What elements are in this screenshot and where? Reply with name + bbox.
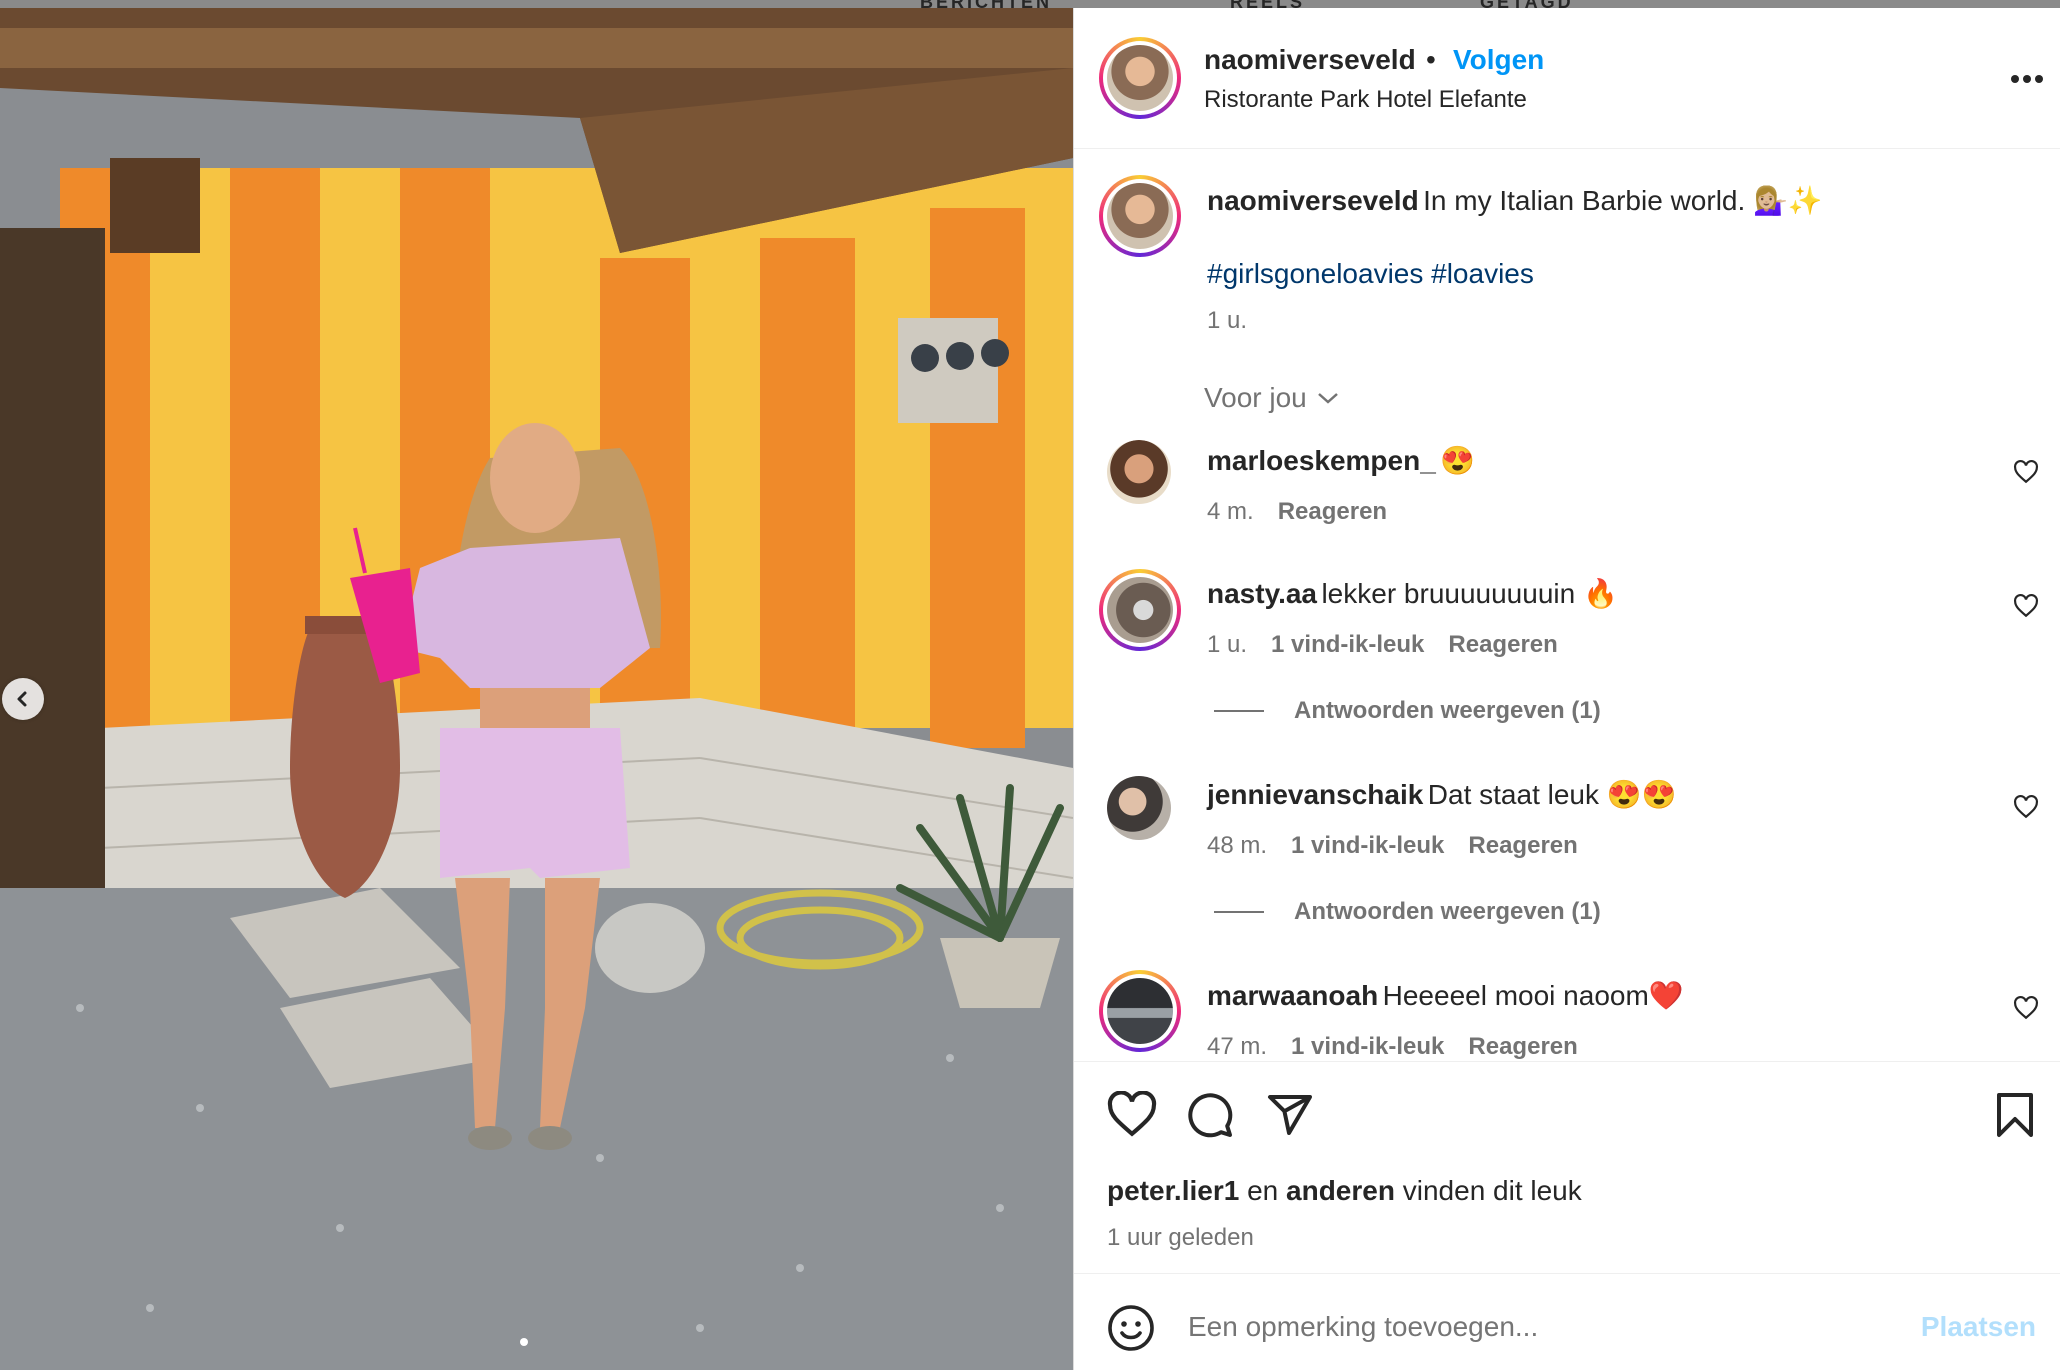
comment-username[interactable]: marwaanoah xyxy=(1207,980,1378,1011)
comment-time: 4 m. xyxy=(1207,498,1254,525)
likes-summary: peter.lier1 en anderen vinden dit leuk xyxy=(1107,1175,1582,1206)
reply-button[interactable]: Reageren xyxy=(1448,631,1557,659)
comment-avatar[interactable] xyxy=(1099,569,1181,651)
comment-row: marloeskempen_ 😍 xyxy=(1207,444,1475,477)
photo-illustration xyxy=(0,8,1073,1370)
comment-text: 😍 xyxy=(1440,445,1476,476)
comment-meta: 48 m. 1 vind-ik-leuk Reageren xyxy=(1207,832,1578,860)
comment-time: 47 m. xyxy=(1207,1033,1268,1060)
comment-time: 1 u. xyxy=(1207,631,1248,658)
comment-avatar[interactable] xyxy=(1107,440,1171,504)
author-avatar[interactable] xyxy=(1099,37,1181,119)
post-side-panel: naomiverseveld • Volgen Ristorante Park … xyxy=(1073,8,2060,1370)
avatar-image xyxy=(1107,45,1173,111)
comment-meta: 4 m. Reageren xyxy=(1207,498,1387,526)
divider xyxy=(1074,1061,2060,1062)
view-replies-button[interactable]: Antwoorden weergeven (1) xyxy=(1214,697,1601,725)
replies-line xyxy=(1214,911,1264,913)
sort-label: Voor jou xyxy=(1204,382,1307,413)
replies-line xyxy=(1214,710,1264,712)
chevron-left-icon xyxy=(17,691,27,707)
view-replies-button[interactable]: Antwoorden weergeven (1) xyxy=(1214,898,1601,926)
caption-text: In my Italian Barbie world. 💁🏼‍♀️✨ xyxy=(1423,185,1823,216)
header-separator: • xyxy=(1426,44,1436,75)
post-header: naomiverseveld • Volgen Ristorante Park … xyxy=(1074,8,2060,149)
view-replies-label: Antwoorden weergeven (1) xyxy=(1294,898,1601,925)
chevron-down-icon xyxy=(1317,393,1338,404)
reply-button[interactable]: Reageren xyxy=(1468,832,1577,860)
carousel-dot-active xyxy=(520,1338,528,1346)
carousel-indicator xyxy=(520,1338,528,1346)
comment-like-heart-icon[interactable] xyxy=(2013,593,2039,619)
caption-time: 1 u. xyxy=(1207,307,1248,334)
previous-photo-button[interactable] xyxy=(2,678,44,720)
caption-username[interactable]: naomiverseveld xyxy=(1207,185,1419,216)
comment-like-heart-icon[interactable] xyxy=(2013,995,2039,1021)
follow-button[interactable]: Volgen xyxy=(1453,44,1544,76)
comment-likes[interactable]: 1 vind-ik-leuk xyxy=(1291,832,1444,860)
comment-text: Dat staat leuk 😍😍 xyxy=(1427,779,1677,810)
comment-text: Heeeeel mooi naoom❤️ xyxy=(1382,980,1684,1011)
save-bookmark-icon[interactable] xyxy=(1994,1091,2036,1139)
caption-avatar[interactable] xyxy=(1099,175,1181,257)
comment-avatar[interactable] xyxy=(1107,776,1171,840)
reply-button[interactable]: Reageren xyxy=(1278,498,1387,526)
comment-username[interactable]: nasty.aa xyxy=(1207,578,1317,609)
comment-like-heart-icon[interactable] xyxy=(2013,794,2039,820)
comment-row: nasty.aa lekker bruuuuuuuuin 🔥 xyxy=(1207,577,1618,610)
comment-sort-dropdown[interactable]: Voor jou xyxy=(1204,382,1339,414)
liker-username[interactable]: peter.lier1 xyxy=(1107,1175,1239,1206)
post-photo[interactable] xyxy=(0,8,1073,1370)
reply-button[interactable]: Reageren xyxy=(1468,1033,1577,1061)
share-send-icon[interactable] xyxy=(1266,1091,1314,1139)
post-location[interactable]: Ristorante Park Hotel Elefante xyxy=(1204,86,1527,114)
posted-time[interactable]: 1 uur geleden xyxy=(1107,1224,1254,1252)
comment-likes[interactable]: 1 vind-ik-leuk xyxy=(1291,1033,1444,1061)
comment-likes[interactable]: 1 vind-ik-leuk xyxy=(1271,631,1424,659)
emoji-smiley-icon[interactable] xyxy=(1107,1304,1155,1352)
comment-meta: 47 m. 1 vind-ik-leuk Reageren xyxy=(1207,1033,1578,1061)
comment-time: 48 m. xyxy=(1207,832,1268,859)
comment-avatar[interactable] xyxy=(1099,970,1181,1052)
likes-others-link[interactable]: anderen xyxy=(1286,1175,1395,1206)
caption-line: naomiverseveld In my Italian Barbie worl… xyxy=(1207,184,1823,217)
comment-meta: 1 u. 1 vind-ik-leuk Reageren xyxy=(1207,631,1558,659)
comment-like-heart-icon[interactable] xyxy=(2013,459,2039,485)
comment-row: jennievanschaik Dat staat leuk 😍😍 xyxy=(1207,778,1677,811)
caption-hashtags[interactable]: #girlsgoneloavies #loavies xyxy=(1207,258,1534,290)
more-horizontal-icon[interactable] xyxy=(2010,74,2044,84)
post-comment-button[interactable]: Plaatsen xyxy=(1921,1311,2036,1343)
top-strip: BERICHTEN REELS GETAGD xyxy=(0,0,2060,12)
comment-bubble-icon[interactable] xyxy=(1186,1091,1234,1139)
comment-input-bar: Plaatsen xyxy=(1074,1273,2060,1371)
comment-row: marwaanoah Heeeeel mooi naoom❤️ xyxy=(1207,979,1684,1012)
comment-username[interactable]: jennievanschaik xyxy=(1207,779,1423,810)
comment-username[interactable]: marloeskempen_ xyxy=(1207,445,1436,476)
comment-input[interactable] xyxy=(1186,1302,1830,1352)
view-replies-label: Antwoorden weergeven (1) xyxy=(1294,697,1601,724)
like-heart-icon[interactable] xyxy=(1107,1091,1157,1137)
comment-text: lekker bruuuuuuuuin 🔥 xyxy=(1321,578,1618,609)
author-username[interactable]: naomiverseveld xyxy=(1204,44,1416,76)
